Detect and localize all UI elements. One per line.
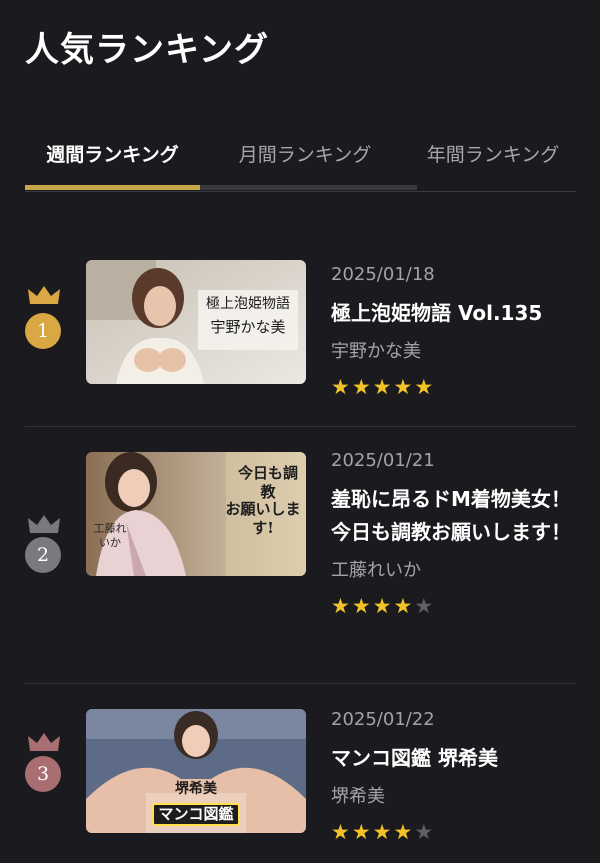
star-filled-icon: ★ (372, 820, 394, 844)
video-thumbnail[interactable]: 堺希美 マンコ図鑑 (86, 709, 306, 833)
tab-active-indicator (25, 185, 200, 190)
star-rating: ★★★★★ (331, 593, 576, 619)
ranking-page: 人気ランキング 週間ランキング 月間ランキング 年間ランキング 1 極上泡姫物語… (0, 0, 600, 863)
thumbnail-caption-line2: お願いします! (225, 500, 301, 537)
thumbnail-caption-series: マンコ図鑑 (152, 803, 240, 826)
thumbnail-caption-series: 極上泡姫物語 (206, 296, 290, 312)
release-date: 2025/01/18 (331, 264, 435, 285)
rank-badge: 2 (25, 537, 61, 573)
ranking-item-1[interactable]: 1 極上泡姫物語 宇野かな美 2025/01/18 極上泡姫物語 Vol.135… (25, 240, 576, 426)
release-date: 2025/01/21 (331, 450, 435, 471)
ranking-item-2[interactable]: 2 今日も調教 お願いします! 工藤れいか 2025/01/21 羞恥に昂るドM… (25, 427, 576, 683)
star-filled-icon: ★ (372, 375, 394, 399)
star-filled-icon: ★ (331, 375, 352, 399)
star-filled-icon: ★ (351, 375, 373, 399)
star-filled-icon: ★ (331, 594, 352, 618)
star-filled-icon: ★ (393, 820, 415, 844)
video-thumbnail[interactable]: 極上泡姫物語 宇野かな美 (86, 260, 306, 384)
star-filled-icon: ★ (351, 594, 373, 618)
ranking-item-3[interactable]: 3 堺希美 マンコ図鑑 2025/01/22 マンコ図鑑 堺希美 堺希美 ★★★… (25, 684, 576, 863)
actress-name[interactable]: 宇野かな美 (331, 340, 576, 364)
thumbnail-caption-line1: 今日も調教 (237, 464, 298, 501)
release-date: 2025/01/22 (331, 709, 435, 730)
star-empty-icon: ★ (414, 594, 436, 618)
page-title: 人気ランキング (25, 30, 269, 70)
star-filled-icon: ★ (414, 375, 436, 399)
rank-badge: 3 (25, 756, 61, 792)
thumbnail-caption-actress: 宇野かな美 (210, 318, 286, 336)
video-thumbnail[interactable]: 今日も調教 お願いします! 工藤れいか (86, 452, 306, 576)
star-filled-icon: ★ (372, 594, 394, 618)
actress-name[interactable]: 堺希美 (331, 785, 576, 809)
star-rating: ★★★★★ (331, 374, 576, 400)
thumbnail-caption-actress: 工藤れいか (93, 522, 127, 549)
item-meta: 2025/01/22 マンコ図鑑 堺希美 堺希美 ★★★★★ (331, 708, 576, 845)
video-title[interactable]: 極上泡姫物語 Vol.135 (331, 297, 576, 330)
tab-weekly[interactable]: 週間ランキング (25, 138, 200, 178)
ranking-tabs: 週間ランキング 月間ランキング 年間ランキング (25, 138, 576, 192)
thumbnail-caption-actress: 堺希美 (175, 781, 217, 797)
rank-badge: 1 (25, 313, 61, 349)
star-filled-icon: ★ (331, 820, 352, 844)
video-title[interactable]: マンコ図鑑 堺希美 (331, 742, 576, 775)
crown-icon (28, 286, 60, 304)
tab-divider (25, 191, 576, 192)
star-filled-icon: ★ (351, 820, 373, 844)
tab-yearly[interactable]: 年間ランキング (410, 138, 576, 178)
video-title[interactable]: 羞恥に昂るドM着物美女！今日も調教お願いします！ (331, 483, 576, 549)
star-empty-icon: ★ (414, 820, 436, 844)
item-meta: 2025/01/18 極上泡姫物語 Vol.135 宇野かな美 ★★★★★ (331, 263, 576, 400)
actress-name[interactable]: 工藤れいか (331, 559, 576, 583)
item-meta: 2025/01/21 羞恥に昂るドM着物美女！今日も調教お願いします！ 工藤れい… (331, 449, 576, 619)
crown-icon (28, 733, 60, 751)
star-filled-icon: ★ (393, 375, 415, 399)
star-rating: ★★★★★ (331, 819, 576, 845)
crown-icon (28, 515, 60, 533)
star-filled-icon: ★ (393, 594, 415, 618)
tab-monthly[interactable]: 月間ランキング (220, 138, 390, 178)
